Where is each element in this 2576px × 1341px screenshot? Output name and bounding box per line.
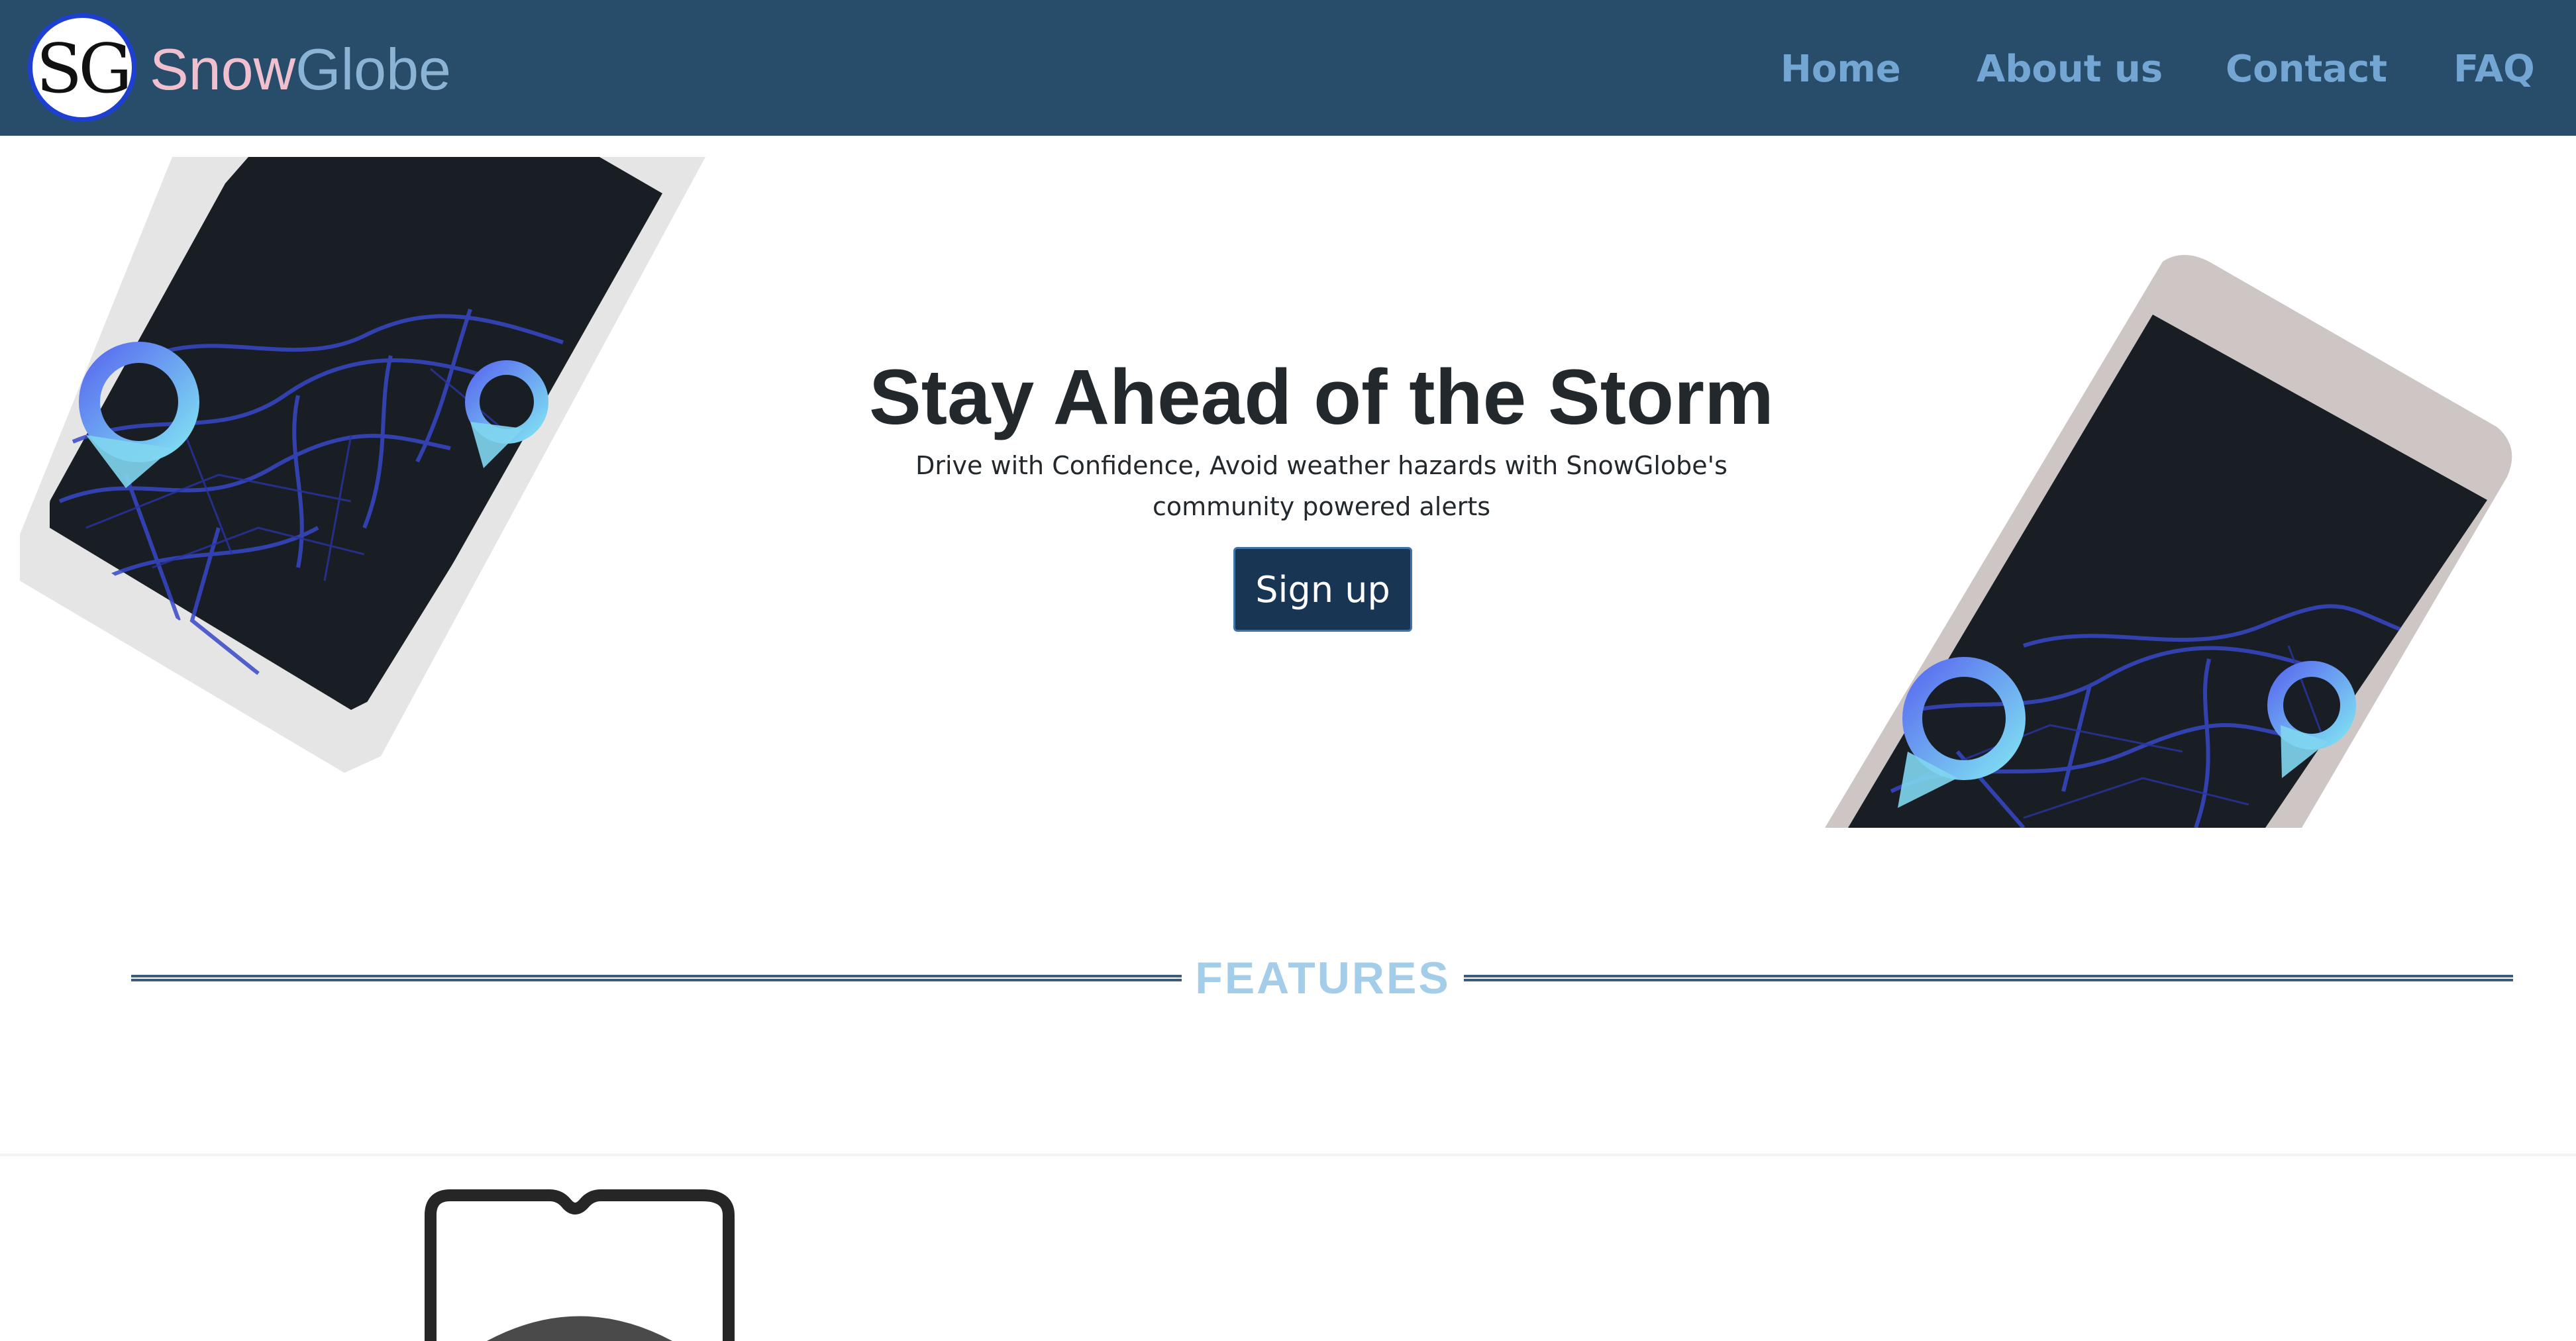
nav-link-home[interactable]: Home [1780, 45, 1901, 94]
signup-button[interactable]: Sign up [1233, 547, 1412, 632]
phone-left-svg [20, 157, 705, 773]
phone-right-svg [1825, 255, 2512, 828]
feature-phone-svg [425, 1189, 735, 1341]
nav-link-faq[interactable]: FAQ [2453, 45, 2535, 94]
logo-badge[interactable]: SG [28, 13, 136, 122]
features-divider-right [1464, 975, 2513, 981]
phone-map-illustration-right [1825, 248, 2524, 828]
nav-link-contact[interactable]: Contact [2226, 45, 2387, 94]
section-divider [0, 1154, 2576, 1156]
logo-text: SG [36, 30, 132, 109]
nav-link-about-us[interactable]: About us [1977, 45, 2163, 94]
features-heading: FEATURES [1195, 953, 1451, 1003]
features-divider-left [131, 975, 1182, 981]
phone-outline-icon [417, 1189, 742, 1341]
brand-name[interactable]: SnowGlobe [150, 33, 451, 106]
brand-part-globe: Globe [295, 36, 451, 102]
navbar: SG SnowGlobe Home About us Contact FAQ [0, 0, 2576, 136]
hero-title: Stay Ahead of the Storm [869, 354, 1774, 441]
hero-subtitle: Drive with Confidence, Avoid weather haz… [915, 451, 1727, 521]
brand-part-snow: Snow [150, 36, 296, 102]
phone-map-illustration-left [20, 157, 709, 776]
